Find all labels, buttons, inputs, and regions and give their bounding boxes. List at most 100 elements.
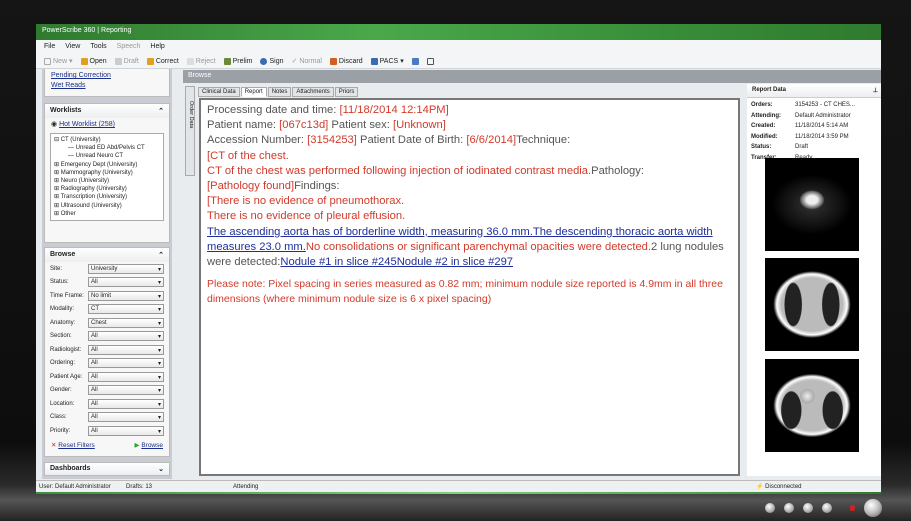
toolbar: New ▾ Open Draft Correct Reject Prelim Si… <box>36 54 881 69</box>
draft-button[interactable]: Draft <box>114 57 139 65</box>
ct-image-2[interactable] <box>765 258 859 351</box>
dropdown-arrow-icon: ▾ <box>157 266 161 273</box>
filter-row: Location: All ▾ <box>45 397 169 411</box>
filter-label: Location: <box>50 400 75 407</box>
tree-item[interactable]: ⊞ Mammography (University) <box>54 169 160 177</box>
ct-image-3[interactable] <box>765 359 859 452</box>
reject-button[interactable]: Reject <box>186 57 216 65</box>
filter-label: Modality: <box>50 306 75 313</box>
expand-icon[interactable]: ⌄ <box>158 465 164 473</box>
menu-help[interactable]: Help <box>150 43 164 51</box>
filter-label: Site: <box>50 265 63 272</box>
print-button[interactable] <box>426 57 434 65</box>
tree-item[interactable]: ⊞ Ultrasound (University) <box>54 202 160 210</box>
pacs-button[interactable]: PACS ▾ <box>370 57 404 65</box>
filter-select[interactable]: All ▾ <box>88 425 164 436</box>
tree-item[interactable]: ⊞ Emergency Dept (University) <box>54 161 160 169</box>
tab-clinical-data[interactable]: Clinical Data <box>198 87 240 97</box>
filter-label: Radiologist: <box>50 346 82 353</box>
tree-item[interactable]: — Unread Neuro CT <box>54 152 160 160</box>
filter-select[interactable]: All ▾ <box>88 344 164 355</box>
monitor-button[interactable] <box>803 503 813 513</box>
filter-select[interactable]: All ▾ <box>88 331 164 342</box>
correct-icon <box>146 57 154 65</box>
chart-button[interactable] <box>411 57 419 65</box>
dropdown-arrow-icon: ▾ <box>157 320 161 327</box>
status-user: User: Default Administrator <box>39 483 111 490</box>
correct-button[interactable]: Correct <box>146 57 179 65</box>
filter-row: Modality: CT ▾ <box>45 303 169 317</box>
nodule-2-link[interactable]: Nodule #2 in slice #297 <box>397 256 513 268</box>
menu-file[interactable]: File <box>44 43 55 51</box>
pin-icon[interactable]: ⊥ <box>873 87 878 94</box>
draft-icon <box>114 57 122 65</box>
ct-image-1[interactable] <box>765 158 859 251</box>
dropdown-arrow-icon: ▾ <box>157 280 161 287</box>
discard-button[interactable]: Discard <box>329 57 363 65</box>
monitor-button[interactable] <box>765 503 775 513</box>
wet-reads-link[interactable]: Wet Reads <box>51 82 86 89</box>
filter-row: Patient Age: All ▾ <box>45 370 169 384</box>
menu-tools[interactable]: Tools <box>90 43 106 51</box>
order-data-side-tab[interactable]: Order Data <box>185 86 195 176</box>
tree-item[interactable]: ⊞ Radiography (University) <box>54 185 160 193</box>
menu-view[interactable]: View <box>65 43 80 51</box>
pending-correction-link[interactable]: Pending Correction <box>51 72 111 79</box>
pacs-icon <box>370 57 378 65</box>
monitor-button[interactable] <box>784 503 794 513</box>
browse-title: Browse <box>50 251 76 258</box>
hot-worklist-icon: ◉ <box>51 121 58 128</box>
title-bar: PowerScribe 360 | Reporting <box>36 24 881 40</box>
filter-select[interactable]: All ▾ <box>88 398 164 409</box>
power-button[interactable] <box>864 499 882 517</box>
dropdown-arrow-icon: ▾ <box>157 388 161 395</box>
reset-filters-button[interactable]: ✕ Reset Filters <box>51 441 95 449</box>
dropdown-arrow-icon: ▾ <box>157 401 161 408</box>
nodule-1-link[interactable]: Nodule #1 in slice #245 <box>280 256 396 268</box>
filter-row: Status: All ▾ <box>45 276 169 290</box>
sign-button[interactable]: Sign <box>260 57 283 65</box>
dropdown-arrow-icon: ▾ <box>157 361 161 368</box>
filter-select[interactable]: All ▾ <box>88 371 164 382</box>
monitor-button[interactable] <box>822 503 832 513</box>
browse-button[interactable]: ▶ Browse <box>135 441 164 449</box>
worklist-tree: ⊟ CT (University) — Unread ED Abd/Pelvis… <box>50 133 164 222</box>
menu-speech[interactable]: Speech <box>117 43 141 51</box>
disconnected-icon: ⚡ <box>756 484 764 490</box>
new-button[interactable]: New ▾ <box>44 57 73 65</box>
prelim-button[interactable]: Prelim <box>223 57 252 65</box>
filter-label: Patient Age: <box>50 373 83 380</box>
tab-attachments[interactable]: Attachments <box>292 87 334 97</box>
filter-row: Priority: All ▾ <box>45 424 169 438</box>
report-data-panel: Report Data ⊥ Orders: 3154253 - CT CHES...… <box>747 84 881 476</box>
filter-select[interactable]: University ▾ <box>88 263 164 274</box>
filter-select[interactable]: No limit ▾ <box>88 290 164 301</box>
collapse-icon[interactable]: ⌃ <box>158 251 164 259</box>
tree-item[interactable]: ⊞ Neuro (University) <box>54 177 160 185</box>
filter-row: Radiologist: All ▾ <box>45 343 169 357</box>
reject-icon <box>186 57 194 65</box>
report-data-field: Orders: 3154253 - CT CHES... <box>751 102 855 108</box>
open-button[interactable]: Open <box>80 57 107 65</box>
filter-select[interactable]: CT ▾ <box>88 304 164 315</box>
tree-item[interactable]: ⊞ Transcription (University) <box>54 193 160 201</box>
filter-select[interactable]: All ▾ <box>88 277 164 288</box>
tab-notes[interactable]: Notes <box>267 87 292 97</box>
report-editor[interactable]: Processing date and time: [11/18/2014 12… <box>199 98 740 476</box>
filter-select[interactable]: Chest ▾ <box>88 317 164 328</box>
normal-button[interactable]: ✓ Normal <box>291 57 321 66</box>
tree-item[interactable]: ⊟ CT (University) <box>54 136 160 144</box>
status-drafts: Drafts: 13 <box>126 483 153 490</box>
tab-report[interactable]: Report <box>240 87 267 97</box>
dropdown-arrow-icon: ▾ <box>157 347 161 354</box>
tab-priors[interactable]: Priors <box>334 87 359 97</box>
tree-item[interactable]: ⊞ Other <box>54 210 160 218</box>
status-role: Attending <box>233 483 259 490</box>
window-title: PowerScribe 360 | Reporting <box>42 27 132 34</box>
filter-select[interactable]: All ▾ <box>88 385 164 396</box>
tree-item[interactable]: — Unread ED Abd/Pelvis CT <box>54 144 160 152</box>
filter-select[interactable]: All ▾ <box>88 358 164 369</box>
filter-select[interactable]: All ▾ <box>88 412 164 423</box>
collapse-icon[interactable]: ⌃ <box>158 107 164 115</box>
hot-worklist-link[interactable]: Hot Worklist (258) <box>59 121 115 128</box>
